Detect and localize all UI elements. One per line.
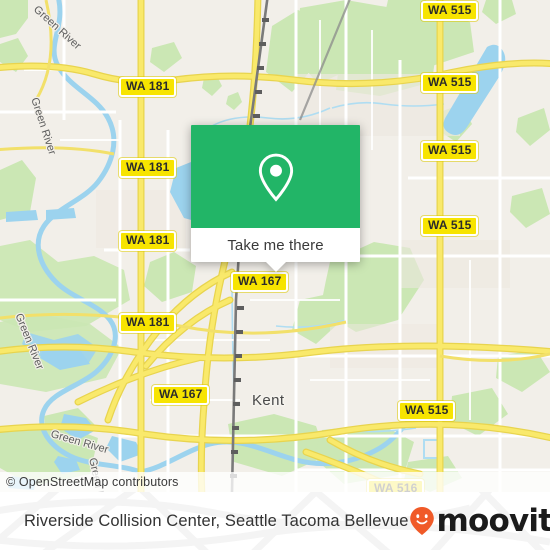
highway-shield-wa515[interactable]: WA 515 xyxy=(421,216,479,236)
map-attribution[interactable]: © OpenStreetMap contributors xyxy=(0,472,550,492)
highway-shield-wa181[interactable]: WA 181 xyxy=(119,158,177,178)
highway-shield-wa515[interactable]: WA 515 xyxy=(421,141,479,161)
take-me-there-button[interactable]: Take me there xyxy=(191,228,360,272)
map-pin-icon xyxy=(258,153,293,202)
bottom-bar: Riverside Collision Center, Seattle Taco… xyxy=(0,492,550,550)
moovit-smiley-pin-icon xyxy=(409,507,434,535)
place-label-kent: Kent xyxy=(252,392,285,409)
highway-shield-wa181[interactable]: WA 181 xyxy=(119,77,177,97)
popup-pointer-tail xyxy=(265,262,286,272)
highway-shield-wa181[interactable]: WA 181 xyxy=(119,313,177,333)
highway-shield-wa167[interactable]: WA 167 xyxy=(231,272,289,292)
moovit-brand[interactable]: moovit xyxy=(409,502,550,539)
highway-shield-wa167[interactable]: WA 167 xyxy=(152,385,210,405)
take-me-there-label: Take me there xyxy=(227,236,324,254)
screenshot-root: WA 181 WA 181 WA 181 WA 181 WA 167 WA 16… xyxy=(0,0,550,550)
moovit-wordmark: moovit xyxy=(436,502,550,539)
highway-shield-wa515[interactable]: WA 515 xyxy=(398,401,456,421)
highway-shield-wa515[interactable]: WA 515 xyxy=(421,73,479,93)
popup-image-area xyxy=(191,125,360,228)
location-popup-card[interactable]: Take me there xyxy=(191,125,360,272)
highway-shield-wa181[interactable]: WA 181 xyxy=(119,231,177,251)
highway-shield-wa515[interactable]: WA 515 xyxy=(421,1,479,21)
location-title: Riverside Collision Center, Seattle Taco… xyxy=(24,511,409,530)
